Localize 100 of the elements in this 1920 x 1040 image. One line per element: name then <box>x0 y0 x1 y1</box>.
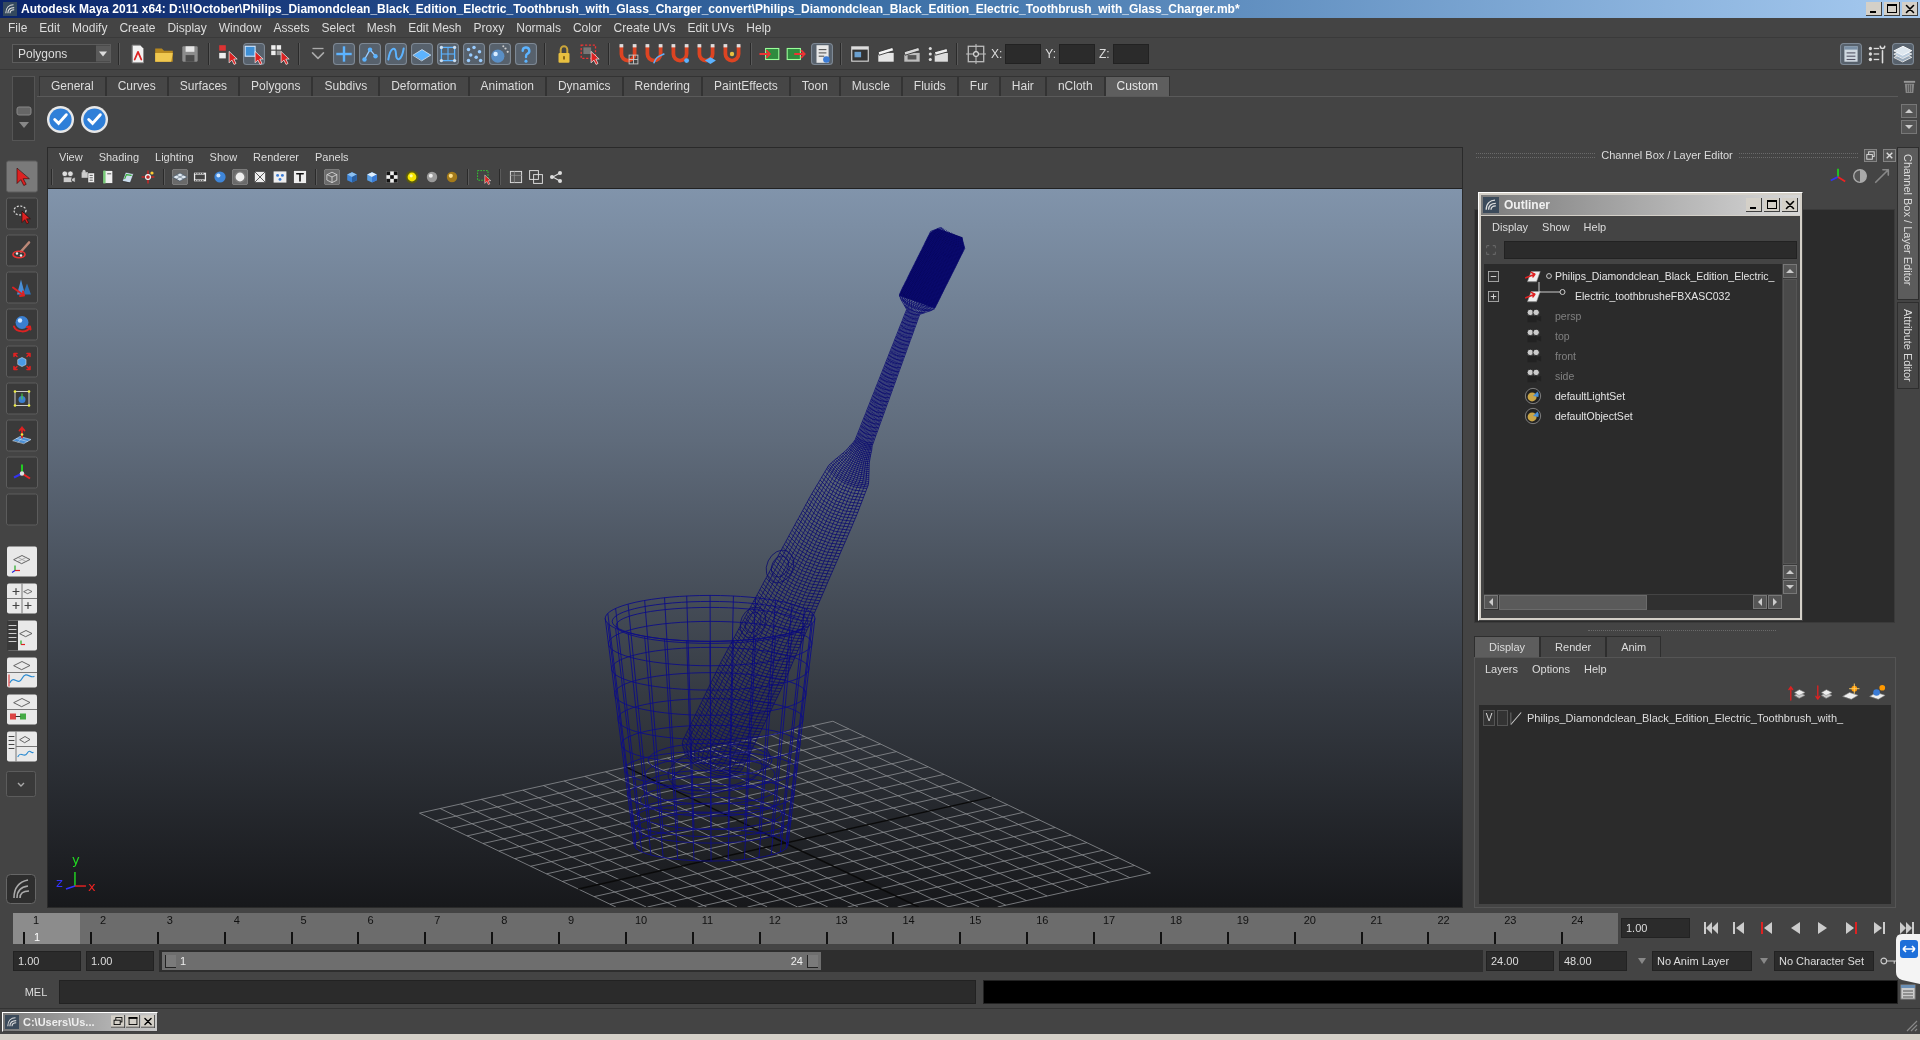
dots-icon[interactable] <box>463 42 485 65</box>
shelf-tab[interactable]: Animation <box>468 76 546 96</box>
outliner-menu-item[interactable]: Display <box>1485 221 1536 233</box>
check-circle-icon[interactable] <box>80 104 109 134</box>
outliner-item[interactable]: Philips_Diamondclean_Black_Edition_Electric_ <box>1555 270 1775 282</box>
dropdown-arrow-icon[interactable] <box>1759 957 1769 965</box>
page-icon[interactable] <box>811 42 833 65</box>
question-mark-icon[interactable] <box>515 42 537 65</box>
scrollbar-thumb[interactable] <box>1499 595 1647 610</box>
sphere-icon[interactable] <box>444 169 460 185</box>
timeline-frame[interactable]: 23 <box>1484 912 1552 944</box>
outliner-item[interactable]: defaultObjectSet <box>1555 410 1633 422</box>
shelf-tab[interactable]: Hair <box>999 76 1046 96</box>
timeline-frame[interactable]: 9 <box>548 912 615 944</box>
menu-item[interactable]: Edit Mesh <box>402 20 468 35</box>
outliner-item[interactable]: defaultLightSet <box>1555 390 1626 402</box>
visibility-toggle[interactable]: V <box>1483 710 1495 726</box>
outliner-item[interactable]: top <box>1555 330 1570 342</box>
float-icon[interactable] <box>1864 148 1877 162</box>
dotted-box-icon[interactable] <box>272 169 288 185</box>
timeline-frame[interactable]: 16 <box>1016 912 1083 944</box>
wire-cube-icon[interactable] <box>324 169 340 185</box>
timeline-frame[interactable]: 21 <box>1350 912 1418 944</box>
menu-item[interactable]: Mesh <box>360 20 403 35</box>
timeline-frame[interactable]: 2 <box>79 912 147 944</box>
expand-icon[interactable] <box>1488 290 1499 302</box>
blocks-cursor-icon[interactable] <box>217 42 239 65</box>
close-icon[interactable] <box>1782 198 1798 212</box>
shelf-tab[interactable]: Fur <box>957 76 1000 96</box>
square-cursor-icon[interactable] <box>243 42 265 65</box>
timeline-frame[interactable]: 3 <box>146 912 214 944</box>
slash-icon[interactable] <box>1510 710 1522 726</box>
cube-arrows-icon[interactable] <box>6 345 38 378</box>
close-icon[interactable] <box>141 1015 155 1028</box>
outliner-layout-icon[interactable] <box>6 619 38 652</box>
half-circle-icon[interactable] <box>1851 167 1869 185</box>
perspective-graph-layout-icon[interactable] <box>6 656 38 689</box>
maximize-icon[interactable] <box>1764 198 1780 212</box>
timeline-frame[interactable]: 24 <box>1551 912 1618 944</box>
rounded-tab-icon[interactable] <box>15 106 32 116</box>
scroll-down-icon[interactable] <box>1783 580 1797 594</box>
cage-icon[interactable] <box>6 382 38 415</box>
timeline-frame[interactable]: 19 <box>1216 912 1284 944</box>
lattice-icon[interactable] <box>437 42 459 65</box>
tilted-plane-icon[interactable] <box>120 169 136 185</box>
shelf-tab[interactable]: Custom <box>1104 76 1170 96</box>
collapse-icon[interactable] <box>1488 270 1499 282</box>
script-window-icon[interactable] <box>1900 984 1916 1000</box>
scroll-down-icon[interactable] <box>1901 120 1917 134</box>
range-handle[interactable] <box>165 954 176 968</box>
timeline-frame[interactable]: 18 <box>1149 912 1217 944</box>
timeline-frame[interactable]: 10 <box>614 912 682 944</box>
shelf-tab[interactable]: Deformation <box>379 76 469 96</box>
timeline-frame[interactable]: 15 <box>949 912 1017 944</box>
range-handle[interactable] <box>807 954 818 968</box>
menu-item[interactable]: Color <box>566 20 608 35</box>
axes-icon[interactable] <box>1829 167 1847 185</box>
mode-dropdown[interactable]: Polygons <box>12 44 111 63</box>
timeline-frame[interactable]: 17 <box>1083 912 1150 944</box>
panel-menu-item[interactable]: View <box>51 151 91 163</box>
table-icon[interactable] <box>1840 42 1862 65</box>
menu-item[interactable]: Window <box>212 20 268 35</box>
character-set-field[interactable]: No Character Set <box>1774 951 1874 971</box>
sphere-spray-icon[interactable] <box>489 42 511 65</box>
menu-item[interactable]: Normals <box>510 20 567 35</box>
shelf-tab[interactable]: nCloth <box>1045 76 1105 96</box>
shelf-tab[interactable]: Polygons <box>239 76 313 96</box>
layer-star-icon[interactable] <box>1841 682 1860 702</box>
maximize-icon[interactable] <box>1884 2 1900 16</box>
coordinate-field[interactable] <box>1112 43 1149 64</box>
close-icon[interactable] <box>1883 148 1896 162</box>
scroll-up-icon[interactable] <box>1783 264 1797 278</box>
outliner-menu-item[interactable]: Help <box>1576 221 1614 233</box>
menu-item[interactable]: File <box>2 20 34 35</box>
timeline-frame[interactable]: 1 1 <box>13 912 80 944</box>
shelf-tab[interactable]: PaintEffects <box>701 76 790 96</box>
minimize-icon[interactable] <box>1746 198 1762 212</box>
timeline-frame[interactable]: 20 <box>1283 912 1351 944</box>
coordinate-field[interactable] <box>1059 43 1096 64</box>
playback-end-field[interactable]: 24.00 <box>1486 951 1554 971</box>
crossed-box-icon[interactable] <box>252 169 268 185</box>
filter-field[interactable] <box>1504 241 1797 259</box>
shelf-tab[interactable]: Toon <box>789 76 840 96</box>
shelf-tab[interactable]: Curves <box>105 76 168 96</box>
disc-icon[interactable] <box>212 169 228 185</box>
logo-icon[interactable] <box>6 874 36 904</box>
ring-icon[interactable] <box>232 169 248 185</box>
menu-item[interactable]: Display <box>161 20 213 35</box>
grid-cursor-icon[interactable] <box>269 42 291 65</box>
nodes-icon[interactable] <box>359 42 381 65</box>
timeline-frame[interactable]: 22 <box>1417 912 1485 944</box>
magnet-icon[interactable] <box>695 42 717 65</box>
layers-icon[interactable] <box>1892 42 1914 65</box>
menu-item[interactable]: Create UVs <box>607 20 682 35</box>
viewport[interactable]: y z x <box>48 188 1462 907</box>
shelf-tab[interactable]: General <box>39 76 106 96</box>
panel-menu-item[interactable]: Lighting <box>147 151 202 163</box>
range-slider[interactable]: 1 24 <box>159 950 1483 972</box>
crosshair-icon[interactable] <box>140 169 156 185</box>
scroll-up-icon[interactable] <box>1783 565 1797 579</box>
